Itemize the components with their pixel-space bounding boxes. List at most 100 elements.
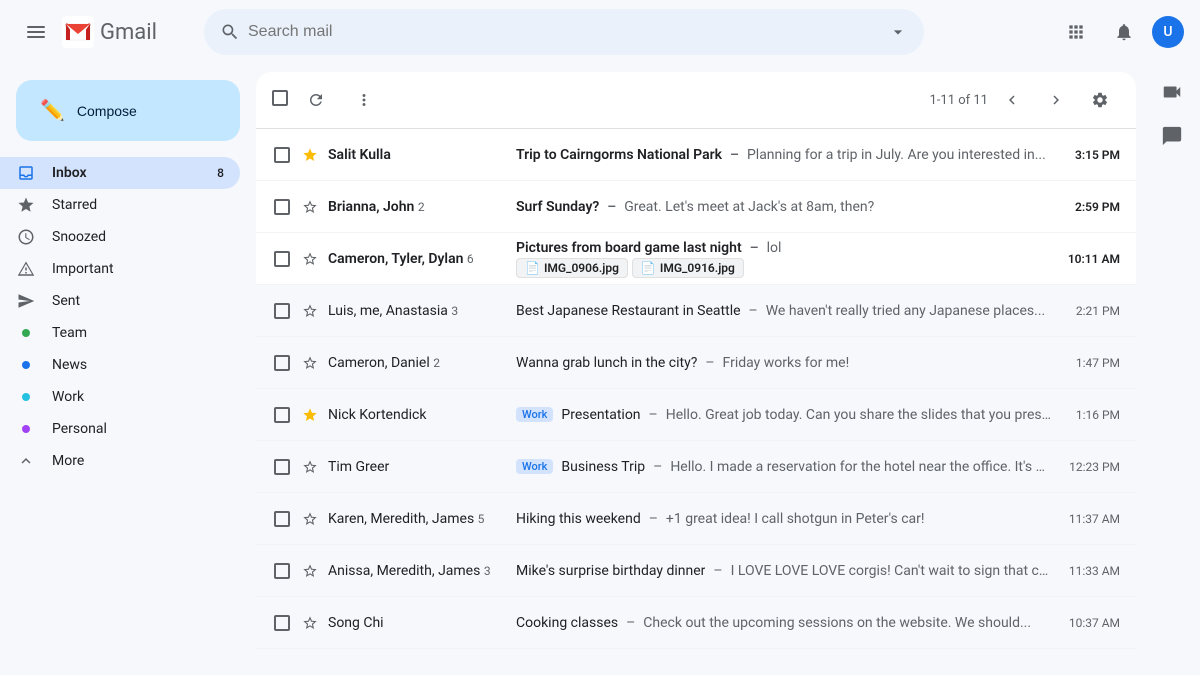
team-dot-icon	[16, 329, 36, 337]
sidebar-item-inbox[interactable]: Inbox 8	[0, 157, 240, 189]
row-sender-5: Cameron, Daniel 2	[328, 355, 508, 371]
topbar: Gmail U	[0, 0, 1200, 64]
row-subject-preview-6: Work Presentation – Hello. Great job tod…	[516, 407, 1052, 423]
search-input[interactable]	[248, 23, 880, 41]
row-star-1[interactable]	[300, 147, 320, 163]
search-bar[interactable]	[204, 9, 924, 55]
row-separator-3: –	[750, 240, 759, 256]
compose-button[interactable]: ✏️ Compose	[16, 80, 240, 141]
sidebar-item-news[interactable]: News	[0, 349, 240, 381]
important-label: Important	[52, 261, 224, 277]
row-subject-6: Presentation	[561, 407, 640, 423]
row-checkbox-3[interactable]	[272, 251, 292, 267]
row-subject-3: Pictures from board game last night	[516, 240, 742, 256]
row-star-6[interactable]	[300, 407, 320, 423]
row-checkbox-4[interactable]	[272, 303, 292, 319]
sidebar-item-personal[interactable]: Personal	[0, 413, 240, 445]
row-star-9[interactable]	[300, 563, 320, 579]
row-star-7[interactable]	[300, 459, 320, 475]
table-row[interactable]: Anissa, Meredith, James 3 Mike's surpris…	[256, 545, 1136, 597]
attachment-2[interactable]: 📄 IMG_0916.jpg	[632, 258, 744, 278]
row-star-11[interactable]	[300, 667, 320, 668]
row-subject-7: Business Trip	[561, 459, 645, 475]
table-row[interactable]: Mizra Sato My roadtrip – I'll be leaving…	[256, 649, 1136, 667]
search-expand-icon[interactable]	[888, 22, 908, 42]
row-sender-7: Tim Greer	[328, 459, 508, 475]
work-dot-icon	[16, 393, 36, 401]
inbox-icon	[16, 164, 36, 182]
news-label: News	[52, 357, 224, 373]
row-star-2[interactable]	[300, 199, 320, 215]
notifications-icon[interactable]	[1104, 12, 1144, 52]
row-sender-11: Mizra Sato	[328, 667, 508, 668]
sidebar-item-starred[interactable]: Starred	[0, 189, 240, 221]
row-checkbox-2[interactable]	[272, 199, 292, 215]
row-subject-5: Wanna grab lunch in the city?	[516, 355, 697, 371]
row-preview-8: +1 great idea! I call shotgun in Peter's…	[666, 511, 1052, 527]
chat-icon[interactable]	[1152, 116, 1192, 156]
work-label-chip-6: Work	[516, 407, 553, 422]
row-star-3[interactable]	[300, 251, 320, 267]
row-star-4[interactable]	[300, 303, 320, 319]
table-row[interactable]: Salit Kulla Trip to Cairngorms National …	[256, 129, 1136, 181]
sidebar-item-sent[interactable]: Sent	[0, 285, 240, 317]
row-checkbox-7[interactable]	[272, 459, 292, 475]
row-preview-4: We haven't really tried any Japanese pla…	[766, 303, 1052, 319]
email-list-container: 1-11 of 11	[256, 72, 1136, 667]
row-checkbox-10[interactable]	[272, 615, 292, 631]
attachment-1[interactable]: 📄 IMG_0906.jpg	[516, 258, 628, 278]
settings-button[interactable]	[1080, 80, 1120, 120]
row-subject-preview-4: Best Japanese Restaurant in Seattle – We…	[516, 303, 1052, 319]
row-checkbox-8[interactable]	[272, 511, 292, 527]
prev-page-button[interactable]	[992, 80, 1032, 120]
row-checkbox-1[interactable]	[272, 147, 292, 163]
avatar[interactable]: U	[1152, 16, 1184, 48]
table-row[interactable]: Cameron, Tyler, Dylan 6 Pictures from bo…	[256, 233, 1136, 285]
row-preview-3: lol	[767, 240, 1052, 256]
more-label: More	[52, 453, 224, 469]
row-star-8[interactable]	[300, 511, 320, 527]
apps-icon[interactable]	[1056, 12, 1096, 52]
row-time-10: 10:37 AM	[1060, 616, 1120, 630]
row-subject-2: Surf Sunday?	[516, 199, 599, 215]
table-row[interactable]: Karen, Meredith, James 5 Hiking this wee…	[256, 493, 1136, 545]
sidebar-item-important[interactable]: Important	[0, 253, 240, 285]
row-star-5[interactable]	[300, 355, 320, 371]
row-subject-preview-9: Mike's surprise birthday dinner – I LOVE…	[516, 563, 1052, 579]
important-icon	[16, 260, 36, 278]
sidebar-item-work[interactable]: Work	[0, 381, 240, 413]
row-checkbox-9[interactable]	[272, 563, 292, 579]
row-subject-8: Hiking this weekend	[516, 511, 641, 527]
table-row[interactable]: Brianna, John 2 Surf Sunday? – Great. Le…	[256, 181, 1136, 233]
sent-icon	[16, 292, 36, 310]
row-preview-11: I'll be leaving in a few days. Here is m…	[612, 667, 1052, 668]
table-row[interactable]: Song Chi Cooking classes – Check out the…	[256, 597, 1136, 649]
row-separator-6: –	[649, 407, 658, 423]
more-options-button[interactable]	[344, 80, 384, 120]
refresh-button[interactable]	[296, 80, 336, 120]
select-all-checkbox[interactable]	[272, 90, 288, 110]
search-icon	[220, 22, 240, 42]
sidebar-item-snoozed[interactable]: Snoozed	[0, 221, 240, 253]
row-checkbox-6[interactable]	[272, 407, 292, 423]
sidebar-item-team[interactable]: Team	[0, 317, 240, 349]
table-row[interactable]: Cameron, Daniel 2 Wanna grab lunch in th…	[256, 337, 1136, 389]
team-label: Team	[52, 325, 224, 341]
table-row[interactable]: Tim Greer Work Business Trip – Hello. I …	[256, 441, 1136, 493]
row-separator-8: –	[649, 511, 658, 527]
row-sender-2: Brianna, John 2	[328, 199, 508, 215]
sidebar-item-more[interactable]: More	[0, 445, 240, 477]
table-row[interactable]: Luis, me, Anastasia 3 Best Japanese Rest…	[256, 285, 1136, 337]
row-time-4: 2:21 PM	[1060, 304, 1120, 318]
table-row[interactable]: Nick Kortendick Work Presentation – Hell…	[256, 389, 1136, 441]
row-time-9: 11:33 AM	[1060, 564, 1120, 578]
row-star-10[interactable]	[300, 615, 320, 631]
row-sender-10: Song Chi	[328, 615, 508, 631]
row-checkbox-11[interactable]	[272, 667, 292, 668]
news-dot-icon	[16, 361, 36, 369]
next-page-button[interactable]	[1036, 80, 1076, 120]
meet-icon[interactable]	[1152, 72, 1192, 112]
snooze-icon	[16, 228, 36, 246]
row-checkbox-5[interactable]	[272, 355, 292, 371]
hamburger-icon[interactable]	[16, 12, 56, 52]
